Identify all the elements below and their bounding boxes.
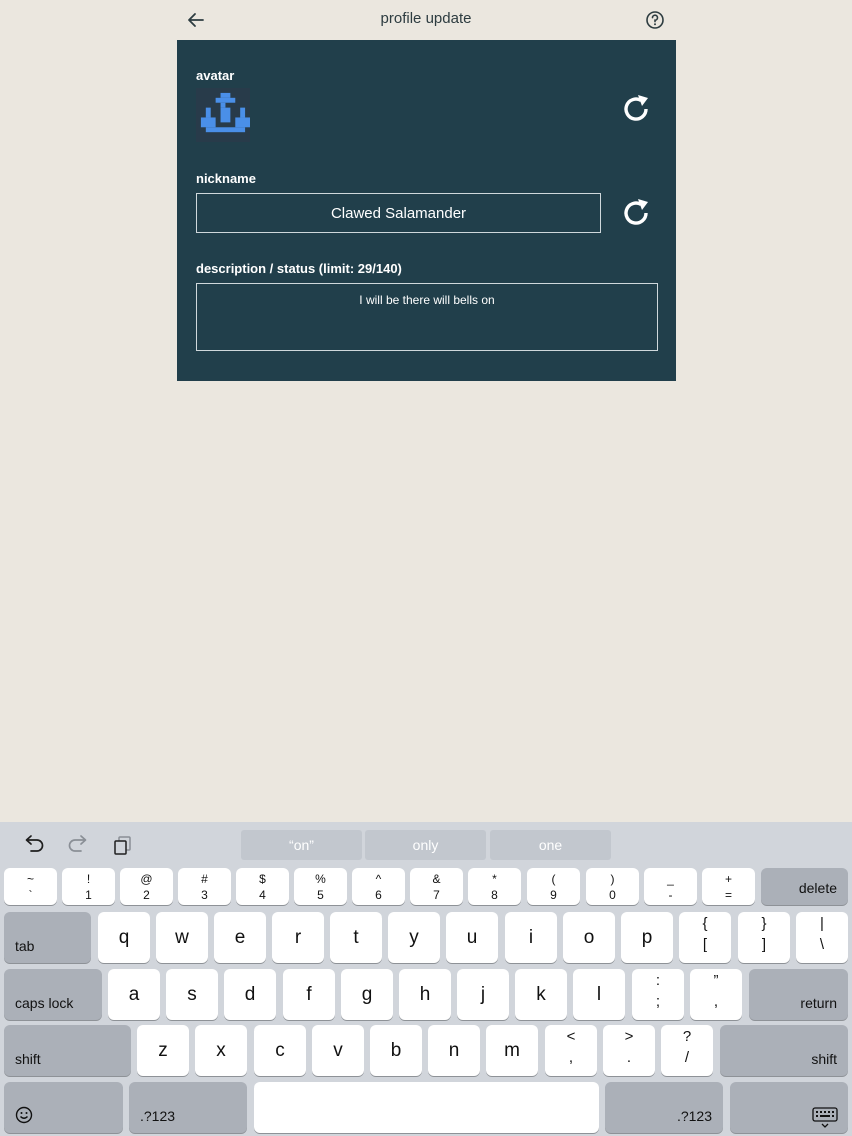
key-b[interactable]: b <box>370 1025 422 1076</box>
emoji-key[interactable] <box>4 1082 123 1133</box>
key-j[interactable]: j <box>457 969 509 1020</box>
key-equals[interactable]: + = <box>702 868 755 905</box>
key-s[interactable]: s <box>166 969 218 1020</box>
page-title: profile update <box>380 10 472 27</box>
key-5[interactable]: % 5 <box>294 868 347 905</box>
refresh-icon <box>624 199 648 225</box>
redo-button[interactable] <box>66 834 90 856</box>
description-textarea[interactable]: I will be there will bells on <box>196 283 658 351</box>
dismiss-keyboard-key[interactable] <box>730 1082 848 1133</box>
key-right-brace[interactable]: }] <box>738 912 790 963</box>
space-key[interactable] <box>254 1082 599 1133</box>
key-v[interactable]: v <box>312 1025 364 1076</box>
shift-right-key[interactable]: shift <box>720 1025 848 1076</box>
key-a[interactable]: a <box>108 969 160 1020</box>
numbers-right-key[interactable]: .?123 <box>605 1082 723 1133</box>
key-less-than[interactable]: <, <box>545 1025 597 1076</box>
key-greater-than[interactable]: >. <box>603 1025 655 1076</box>
undo-button[interactable] <box>22 834 46 856</box>
key-w[interactable]: w <box>156 912 208 963</box>
key-m[interactable]: m <box>486 1025 538 1076</box>
help-icon <box>646 11 664 29</box>
key-f[interactable]: f <box>283 969 335 1020</box>
clipboard-icon <box>114 836 131 855</box>
suggestion-3[interactable]: one <box>490 830 611 860</box>
avatar-label: avatar <box>196 68 235 83</box>
key-3[interactable]: #3 <box>178 868 231 905</box>
key-1[interactable]: ! 1 <box>62 868 115 905</box>
regenerate-avatar-button[interactable] <box>619 92 653 126</box>
on-screen-keyboard: “on” only one ~ ` ! 1 @2 #3 $4 % 5 ^ 6 & 7 * 8… <box>0 822 852 1136</box>
key-left-brace[interactable]: {[ <box>679 912 731 963</box>
nickname-input[interactable]: Clawed Salamander <box>196 193 601 233</box>
key-2[interactable]: @2 <box>120 868 173 905</box>
suggestion-2[interactable]: only <box>365 830 486 860</box>
key-x[interactable]: x <box>195 1025 247 1076</box>
key-6[interactable]: ^ 6 <box>352 868 405 905</box>
description-label: description / status (limit: 29/140) <box>196 261 402 276</box>
key-z[interactable]: z <box>137 1025 189 1076</box>
key-g[interactable]: g <box>341 969 393 1020</box>
key-p[interactable]: p <box>621 912 673 963</box>
key-9[interactable]: (9 <box>527 868 580 905</box>
key-4[interactable]: $4 <box>236 868 289 905</box>
key-i[interactable]: i <box>505 912 557 963</box>
key-minus[interactable]: _ - <box>644 868 697 905</box>
paste-button[interactable] <box>111 834 135 856</box>
key-q[interactable]: q <box>98 912 150 963</box>
numbers-left-key[interactable]: .?123 <box>129 1082 247 1133</box>
key-h[interactable]: h <box>399 969 451 1020</box>
avatar-image <box>196 88 250 142</box>
caps-lock-key[interactable]: caps lock <box>4 969 102 1020</box>
shift-left-key[interactable]: shift <box>4 1025 131 1076</box>
key-l[interactable]: l <box>573 969 625 1020</box>
key-y[interactable]: y <box>388 912 440 963</box>
key-t[interactable]: t <box>330 912 382 963</box>
profile-form-card: avatar nickname Clawed Salamander descri… <box>177 40 676 381</box>
key-question[interactable]: ? / <box>661 1025 713 1076</box>
keyboard-dismiss-icon <box>812 1107 838 1128</box>
key-o[interactable]: o <box>563 912 615 963</box>
top-bar: profile update <box>0 0 852 40</box>
tab-key[interactable]: tab <box>4 912 91 963</box>
delete-key[interactable]: delete <box>761 868 848 905</box>
help-button[interactable] <box>645 10 665 30</box>
undo-icon <box>25 835 44 852</box>
suggestion-1[interactable]: “on” <box>241 830 362 860</box>
key-u[interactable]: u <box>446 912 498 963</box>
refresh-icon <box>624 95 648 121</box>
key-backslash[interactable]: | \ <box>796 912 848 963</box>
regenerate-nickname-button[interactable] <box>619 196 653 230</box>
key-e[interactable]: e <box>214 912 266 963</box>
key-d[interactable]: d <box>224 969 276 1020</box>
emoji-icon <box>15 1106 33 1124</box>
return-key[interactable]: return <box>749 969 848 1020</box>
nickname-label: nickname <box>196 171 256 186</box>
key-8[interactable]: * 8 <box>468 868 521 905</box>
key-r[interactable]: r <box>272 912 324 963</box>
key-quote[interactable]: ”, <box>690 969 742 1020</box>
key-c[interactable]: c <box>254 1025 306 1076</box>
key-semicolon[interactable]: :; <box>632 969 684 1020</box>
key-backtick[interactable]: ~ ` <box>4 868 57 905</box>
key-k[interactable]: k <box>515 969 567 1020</box>
avatar[interactable] <box>196 88 250 142</box>
key-0[interactable]: ) 0 <box>586 868 639 905</box>
key-7[interactable]: & 7 <box>410 868 463 905</box>
key-n[interactable]: n <box>428 1025 480 1076</box>
redo-icon <box>68 835 87 852</box>
